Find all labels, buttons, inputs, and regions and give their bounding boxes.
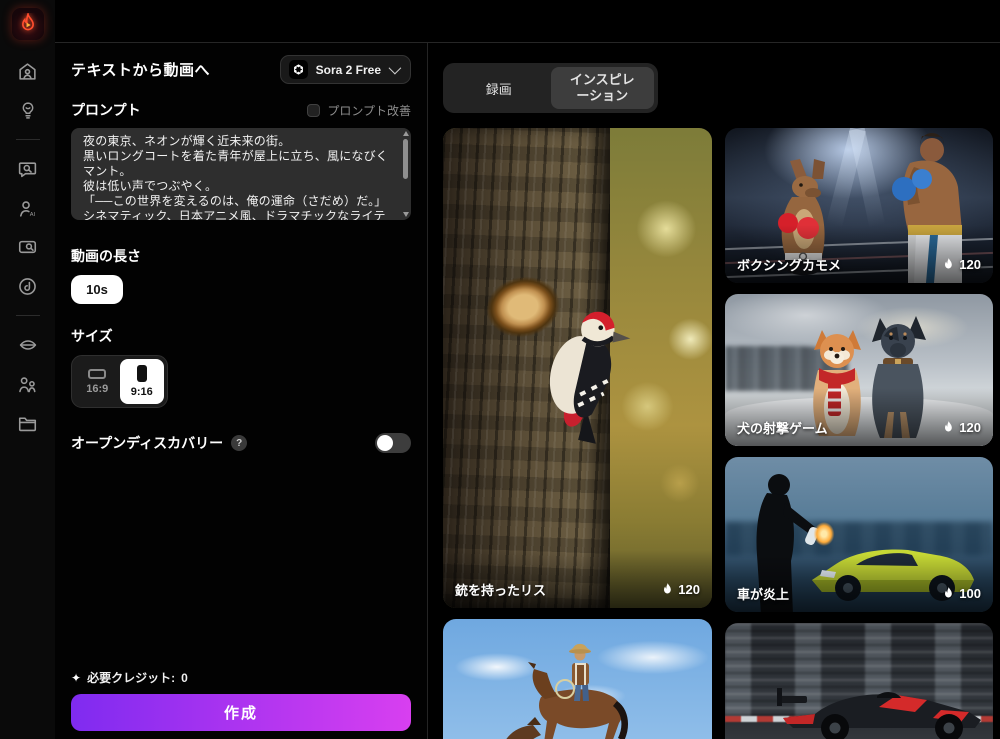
flame-credit-icon (662, 583, 673, 596)
size-option-9-16[interactable]: 9:16 (120, 359, 165, 404)
sidebar-nav: AI (11, 58, 45, 436)
inspiration-card-dogs[interactable]: 犬の射撃ゲーム 120 (725, 294, 993, 446)
flame-credit-icon (943, 421, 954, 434)
help-icon[interactable]: ? (231, 435, 247, 451)
prompt-label: プロンプト (71, 100, 141, 120)
card-title: 犬の射撃ゲーム (737, 418, 828, 437)
sidebar-item-chat-search[interactable] (11, 156, 45, 182)
sidebar-divider (16, 139, 40, 140)
home-icon (17, 61, 38, 82)
credits-value: 0 (181, 671, 188, 685)
duration-label: 動画の長さ (71, 246, 411, 266)
inspiration-card-cowboy[interactable] (443, 619, 712, 739)
scrollbar-thumb[interactable] (403, 139, 408, 179)
open-discovery-toggle[interactable] (375, 433, 411, 453)
woodpecker-illustration (529, 291, 647, 451)
prompt-improve-label: プロンプト改善 (327, 102, 411, 119)
sidebar-item-characters[interactable] (11, 371, 45, 397)
landscape-ratio-icon (88, 369, 106, 379)
sidebar-item-screen-search[interactable] (11, 234, 45, 260)
card-thumbnail-cowboy-horses (443, 619, 712, 739)
openai-logo-icon (289, 60, 308, 79)
inspiration-card-squirrel-gun[interactable]: 銃を持ったリス 120 (443, 128, 712, 608)
prompt-box: 夜の東京、ネオンが輝く近未来の街。 黒いロングコートを着た青年が屋上に立ち、風に… (71, 128, 411, 220)
flame-play-logo-icon (17, 13, 39, 35)
svg-text:AI: AI (30, 211, 36, 217)
chevron-down-icon (389, 62, 402, 75)
app-window: AI (0, 0, 1000, 739)
card-title: ボクシングカモメ (737, 255, 841, 274)
f1-car-illustration (773, 670, 993, 739)
page-title: テキストから動画へ (71, 59, 210, 80)
card-title: 車が炎上 (737, 584, 789, 603)
sidebar-item-inspiration[interactable] (11, 97, 45, 123)
sidebar-item-home[interactable] (11, 58, 45, 84)
sparkle-icon: ✦ (71, 671, 81, 685)
characters-icon (17, 374, 38, 395)
create-button[interactable]: 作成 (71, 694, 411, 731)
sidebar: AI (0, 0, 55, 739)
flame-credit-icon (943, 587, 954, 600)
flame-credit-icon (943, 258, 954, 271)
inspiration-card-f1[interactable] (725, 623, 993, 739)
prompt-improve-toggle[interactable]: プロンプト改善 (307, 102, 411, 119)
screen-search-icon (17, 237, 38, 258)
toggle-knob (377, 435, 393, 451)
card-thumbnail-woodpecker (443, 128, 712, 608)
tab-bar: 録画 インスピレーション (443, 63, 658, 113)
sidebar-divider (16, 315, 40, 316)
generation-panel: テキストから動画へ (55, 43, 428, 739)
sidebar-item-assets[interactable] (11, 410, 45, 436)
card-credit-cost: 120 (943, 257, 981, 272)
model-selector-value: Sora 2 Free (316, 63, 381, 77)
main-area: テキストから動画へ (55, 0, 1000, 739)
required-credits: ✦ 必要クレジット: 0 (71, 669, 411, 686)
scroll-down-arrow-icon[interactable] (403, 212, 409, 217)
size-option-16-9[interactable]: 16:9 (75, 359, 120, 404)
card-credit-cost: 120 (662, 582, 700, 597)
sidebar-item-remix[interactable] (11, 273, 45, 299)
prompt-textarea[interactable]: 夜の東京、ネオンが輝く近未来の街。 黒いロングコートを着た青年が屋上に立ち、風に… (71, 128, 411, 220)
cowboy-horses-illustration (481, 633, 671, 739)
open-discovery-label: オープンディスカバリー (71, 433, 223, 453)
size-label: サイズ (71, 326, 411, 346)
sidebar-item-lip-sync[interactable] (11, 332, 45, 358)
duration-option-10s[interactable]: 10s (71, 275, 123, 304)
app-logo[interactable] (12, 8, 44, 40)
portrait-ratio-icon (137, 365, 147, 382)
prompt-improve-checkbox[interactable] (307, 104, 320, 117)
tab-inspiration[interactable]: インスピレーション (551, 67, 655, 109)
inspiration-card-boxing[interactable]: ボクシングカモメ 120 (725, 128, 993, 283)
chat-search-icon (17, 159, 38, 180)
idea-lightbulb-icon (18, 100, 38, 121)
card-title: 銃を持ったリス (455, 580, 546, 599)
spin-disc-icon (17, 276, 38, 297)
card-credit-cost: 100 (943, 586, 981, 601)
card-credit-cost: 120 (943, 420, 981, 435)
tab-recordings[interactable]: 録画 (447, 67, 551, 109)
size-selector: 16:9 9:16 (71, 355, 168, 408)
assets-folder-icon (17, 413, 38, 434)
model-selector-dropdown[interactable]: Sora 2 Free (280, 55, 411, 84)
credits-label: 必要クレジット: (87, 669, 175, 686)
top-bar (55, 0, 1000, 43)
lips-icon (17, 335, 39, 355)
prompt-scrollbar[interactable] (402, 130, 409, 218)
inspiration-card-burning-car[interactable]: 車が炎上 100 (725, 457, 993, 612)
scroll-up-arrow-icon[interactable] (403, 131, 409, 136)
card-thumbnail-f1-car (725, 623, 993, 739)
inspiration-panel: 録画 インスピレーション (428, 43, 1000, 739)
sidebar-item-ai-avatar[interactable]: AI (11, 195, 45, 221)
ai-avatar-icon: AI (17, 198, 38, 219)
inspiration-grid: 銃を持ったリス 120 (443, 128, 1000, 739)
